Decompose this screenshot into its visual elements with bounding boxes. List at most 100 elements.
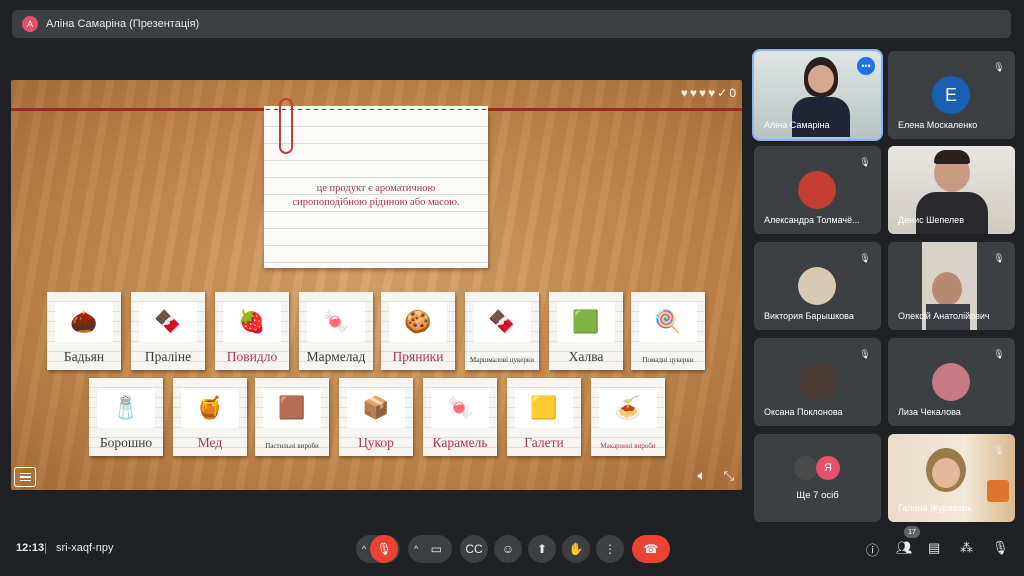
pasta-image: 🍝 xyxy=(599,388,657,428)
participant-name: Аліна Самаріна xyxy=(764,120,830,130)
participant-tile[interactable]: 🎙︎ Галина Журавель xyxy=(888,434,1015,522)
participant-tile[interactable]: Денис Шепелев xyxy=(888,146,1015,234)
avatar: E xyxy=(932,76,970,114)
answer-label: Бадьян xyxy=(63,349,105,364)
paperclip-icon xyxy=(279,98,293,154)
camera-control[interactable]: ^ ▭ xyxy=(408,535,452,563)
exit-fullscreen-icon[interactable]: ⤡ xyxy=(724,468,734,484)
answer-label: Борошно xyxy=(99,435,153,450)
answer-label: Помадні цукерки xyxy=(642,356,694,364)
host-controls-icon[interactable]: 🎙︎ xyxy=(992,540,1009,556)
honey-image: 🍯 xyxy=(181,388,239,428)
participant-tile[interactable]: 🎙︎ Лиза Чекалова xyxy=(888,338,1015,426)
mic-off-icon: 🎙︎ xyxy=(859,156,871,167)
camera-icon[interactable]: ▭ xyxy=(422,535,451,563)
halva-image: 🟩 xyxy=(557,302,615,342)
answer-card-praline[interactable]: 🍫 Праліне xyxy=(131,292,205,370)
crackers-image: 🟨 xyxy=(515,388,573,428)
answer-card-povydlo[interactable]: 🍓 Повидло xyxy=(215,292,289,370)
answer-label: Галети xyxy=(524,435,564,450)
answer-card-khalva[interactable]: 🟩 Халва xyxy=(549,292,623,370)
answer-card-badian[interactable]: 🌰 Бадьян xyxy=(47,292,121,370)
participant-tile[interactable]: 🎙︎ Александра Толмачё... xyxy=(754,146,881,234)
answer-card-pomadni[interactable]: 🍭 Помадні цукерки xyxy=(631,292,705,370)
people-icon[interactable]: 👥︎ xyxy=(896,540,913,556)
participants-count-badge: 17 xyxy=(904,526,920,538)
answer-label: Халва xyxy=(568,349,604,364)
end-call-button[interactable]: ☎ xyxy=(632,535,670,563)
more-participants-tile[interactable]: Я Ще 7 осіб xyxy=(754,434,881,522)
participant-tile[interactable]: ••• Аліна Самаріна xyxy=(752,49,883,141)
participant-tile[interactable]: 🎙︎ Оксана Поклонова xyxy=(754,338,881,426)
avatar xyxy=(798,363,836,401)
clock: 12:13 xyxy=(16,542,45,554)
mic-off-icon: 🎙︎ xyxy=(993,61,1005,72)
participant-tile[interactable]: 🎙︎ E Елена Москаленко xyxy=(888,51,1015,139)
captions-icon[interactable]: CC xyxy=(460,535,488,563)
answer-card-boroshno[interactable]: 🧂 Борошно xyxy=(89,378,163,456)
mic-off-icon: 🎙︎ xyxy=(859,348,871,359)
answer-label: Пастильні вироби xyxy=(265,442,319,450)
raise-hand-icon[interactable]: ✋ xyxy=(562,535,590,563)
more-participants-label: Ще 7 осіб xyxy=(796,490,839,501)
answer-label: Цукор xyxy=(358,435,394,450)
participant-name: Денис Шепелев xyxy=(898,215,964,225)
answer-card-pryanyky[interactable]: 🍪 Пряники xyxy=(381,292,455,370)
mic-off-icon: 🎙︎ xyxy=(993,444,1005,455)
heart-icon: ♥ xyxy=(680,86,688,100)
participant-tile[interactable]: 🎙︎ Олексій Анатолійович xyxy=(888,242,1015,330)
presenter-title: Аліна Самаріна (Презентація) xyxy=(46,18,200,30)
avatar: Я xyxy=(816,456,840,480)
answer-card-haleti[interactable]: 🟨 Галети xyxy=(507,378,581,456)
more-options-icon[interactable]: ⋮ xyxy=(596,535,624,563)
participant-name: Галина Журавель xyxy=(898,503,973,513)
participant-name: Александра Толмачё... xyxy=(764,215,860,225)
answer-card-med[interactable]: 🍯 Мед xyxy=(173,378,247,456)
participant-name: Елена Москаленко xyxy=(898,120,978,130)
answer-label: Праліне xyxy=(144,349,192,364)
answer-label: Пряники xyxy=(392,349,444,364)
answer-label: Макаронні вироби xyxy=(600,442,656,450)
chat-icon[interactable]: ▤ xyxy=(928,540,940,556)
praline-image: 🍫 xyxy=(139,302,197,342)
answer-card-marshmallow[interactable]: 🍫 Маршмалові цукерки xyxy=(465,292,539,370)
heart-icon: ♥ xyxy=(699,86,707,100)
answer-card-makaronni[interactable]: 🍝 Макаронні вироби xyxy=(591,378,665,456)
chevron-up-icon[interactable]: ^ xyxy=(362,544,366,554)
answer-label: Маршмалові цукерки xyxy=(470,356,534,364)
gingerbread-image: 🍪 xyxy=(389,302,447,342)
heart-icon: ♥ xyxy=(708,86,716,100)
question-text: це продукт є ароматичною сиропоподібною … xyxy=(292,183,460,208)
presenter-avatar: A xyxy=(22,16,38,32)
jam-image: 🍓 xyxy=(223,302,281,342)
answer-card-pastylni[interactable]: 🟫 Пастильні вироби xyxy=(255,378,329,456)
marshmallow-candy-image: 🍫 xyxy=(473,302,531,342)
marmalade-image: 🍬 xyxy=(307,302,365,342)
info-icon[interactable]: ⓘ xyxy=(866,540,879,559)
volume-icon[interactable]: 🔈︎ xyxy=(698,467,706,484)
activities-icon[interactable]: ⁂ xyxy=(960,540,973,556)
presentation-view: ♥ ♥ ♥ ♥ ✓ 0 це продукт є ароматичною сир… xyxy=(11,80,742,490)
more-options-icon[interactable]: ••• xyxy=(857,57,875,75)
check-icon: ✓ xyxy=(717,86,728,100)
mic-off-icon[interactable]: 🎙︎ xyxy=(370,535,399,563)
mic-off-icon: 🎙︎ xyxy=(993,252,1005,263)
answer-card-marmelad[interactable]: 🍬 Мармелад xyxy=(299,292,373,370)
lives-indicator: ♥ ♥ ♥ ♥ ✓ 0 xyxy=(681,86,736,100)
avatar xyxy=(798,267,836,305)
answer-card-tsukor[interactable]: 📦 Цукор xyxy=(339,378,413,456)
present-icon[interactable]: ⬆ xyxy=(528,535,556,563)
chevron-up-icon[interactable]: ^ xyxy=(414,544,418,554)
answer-label: Мед xyxy=(197,435,223,450)
participant-tile[interactable]: 🎙︎ Виктория Барышкова xyxy=(754,242,881,330)
mic-off-icon: 🎙︎ xyxy=(859,252,871,263)
answer-label: Повидло xyxy=(226,349,278,364)
emoji-icon[interactable]: ☺ xyxy=(494,535,522,563)
avatar xyxy=(794,456,818,480)
sugar-image: 📦 xyxy=(347,388,405,428)
answer-label: Карамель xyxy=(432,435,488,450)
call-controls-bar: 12:13 | sri-xaqf-npy ^ 🎙︎ ^ ▭ CC ☺ ⬆ ✋ ⋮… xyxy=(0,526,1024,570)
slide-menu-icon[interactable] xyxy=(14,467,36,487)
answer-card-karamel[interactable]: 🍬 Карамель xyxy=(423,378,497,456)
mic-control[interactable]: ^ 🎙︎ xyxy=(356,535,400,563)
